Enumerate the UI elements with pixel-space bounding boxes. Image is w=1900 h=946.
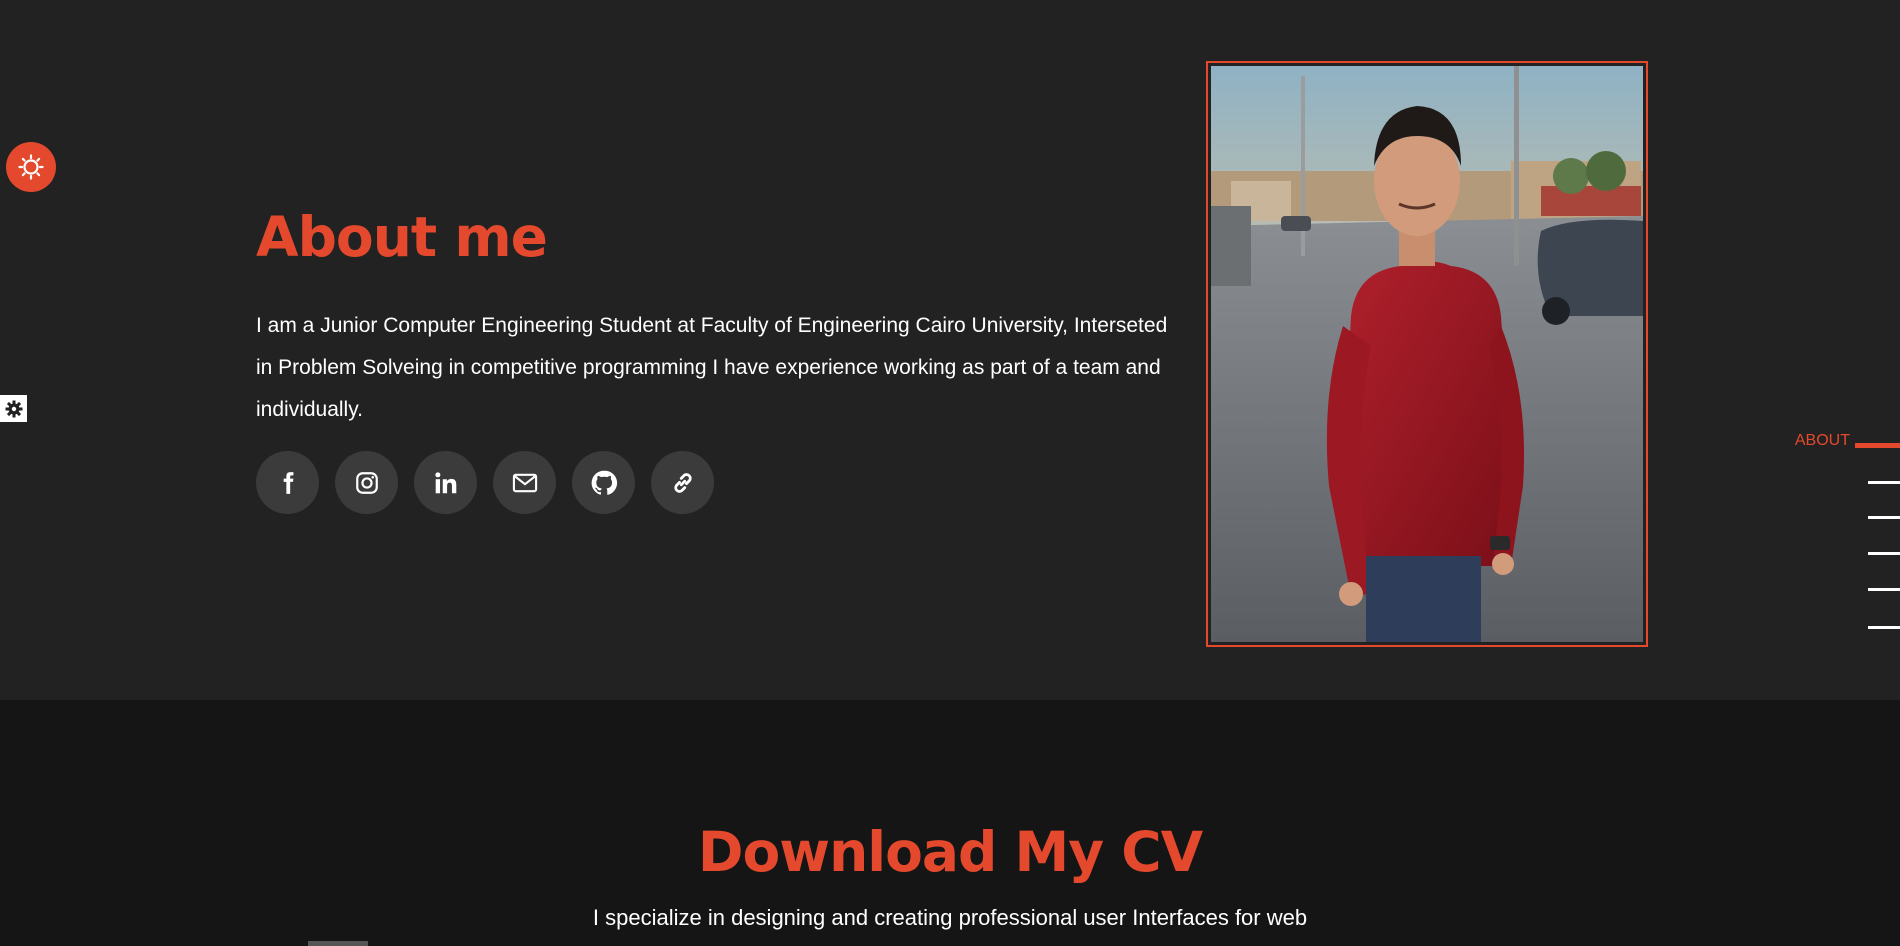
profile-photo xyxy=(1211,66,1643,642)
about-description: I am a Junior Computer Engineering Stude… xyxy=(256,314,1168,421)
github-icon xyxy=(591,470,617,495)
instagram-link[interactable] xyxy=(335,451,398,514)
settings-button[interactable] xyxy=(6,142,56,192)
instagram-icon xyxy=(355,471,378,494)
website-link[interactable] xyxy=(651,451,714,514)
side-nav-item-2[interactable] xyxy=(1868,481,1900,484)
cv-subtitle: I specialize in designing and creating p… xyxy=(592,905,1308,930)
sun-icon xyxy=(18,154,44,180)
facebook-link[interactable] xyxy=(256,451,319,514)
scroll-indicator xyxy=(308,941,368,946)
email-link[interactable] xyxy=(493,451,556,514)
side-nav-item-3[interactable] xyxy=(1868,516,1900,519)
link-icon xyxy=(673,472,692,493)
side-nav-item-4[interactable] xyxy=(1868,552,1900,555)
gear-icon xyxy=(5,400,22,417)
side-nav-item-about[interactable] xyxy=(1855,443,1900,448)
social-links xyxy=(256,451,714,514)
github-link[interactable] xyxy=(572,451,635,514)
side-nav-item-5[interactable] xyxy=(1868,588,1900,591)
gear-toggle-button[interactable] xyxy=(0,395,27,422)
mail-icon xyxy=(512,473,537,492)
cv-title: Download My CV xyxy=(697,820,1203,884)
linkedin-link[interactable] xyxy=(414,451,477,514)
profile-photo-frame xyxy=(1206,61,1648,647)
linkedin-icon xyxy=(434,471,456,493)
facebook-icon xyxy=(283,471,293,494)
side-nav-active-label[interactable]: ABOUT xyxy=(1795,432,1850,450)
about-title: About me xyxy=(256,205,548,269)
side-nav-item-6[interactable] xyxy=(1868,626,1900,629)
